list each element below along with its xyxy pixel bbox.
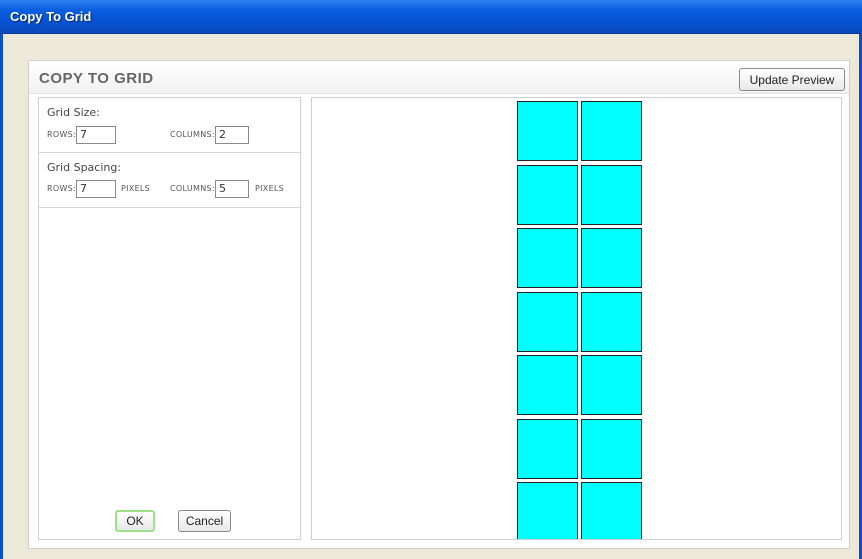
window-title: Copy To Grid (10, 9, 92, 24)
grid-size-heading: Grid Size: (47, 106, 100, 119)
grid-spacing-rows-input[interactable]: 7 (76, 180, 116, 198)
update-preview-button[interactable]: Update Preview (739, 68, 845, 91)
window-frame-left (0, 34, 3, 559)
grid-size-section: Grid Size: ROWS: 7 COLUMNS: 2 (39, 98, 300, 153)
preview-cell (581, 101, 642, 161)
preview-cell (517, 482, 578, 539)
preview-cell (517, 164, 578, 225)
preview-cell (581, 164, 642, 225)
preview-cell (581, 418, 642, 479)
preview-cell (581, 291, 642, 352)
grid-size-columns-label: COLUMNS: (170, 130, 215, 139)
grid-spacing-rows-unit: PIXELS (121, 184, 151, 193)
preview-cell (581, 482, 642, 539)
grid-size-columns-input[interactable]: 2 (215, 126, 249, 144)
grid-spacing-section: Grid Spacing: ROWS: 7 PIXELS COLUMNS: 5 … (39, 153, 300, 208)
preview-cell (517, 355, 578, 415)
panel-header: COPY TO GRID Update Preview (29, 61, 849, 94)
copy-to-grid-panel: COPY TO GRID Update Preview Grid Size: R… (28, 60, 850, 549)
preview-cell (517, 101, 578, 161)
grid-size-rows-label: ROWS: (47, 130, 77, 139)
grid-size-rows-input[interactable]: 7 (76, 126, 116, 144)
preview-cell (517, 418, 578, 479)
panel-title: COPY TO GRID (39, 70, 154, 87)
preview-cell (581, 355, 642, 415)
settings-pane: Grid Size: ROWS: 7 COLUMNS: 2 Grid Spaci… (38, 97, 301, 540)
preview-cell (581, 228, 642, 288)
cancel-button[interactable]: Cancel (178, 510, 231, 532)
title-bar[interactable]: Copy To Grid (0, 0, 862, 34)
grid-spacing-columns-label: COLUMNS: (170, 184, 215, 193)
preview-cell (517, 228, 578, 288)
grid-preview (311, 97, 842, 540)
grid-spacing-columns-input[interactable]: 5 (215, 180, 249, 198)
grid-spacing-columns-unit: PIXELS (255, 184, 285, 193)
ok-button[interactable]: OK (115, 510, 155, 532)
preview-cell (517, 291, 578, 352)
grid-spacing-rows-label: ROWS: (47, 184, 77, 193)
grid-spacing-heading: Grid Spacing: (47, 161, 122, 174)
